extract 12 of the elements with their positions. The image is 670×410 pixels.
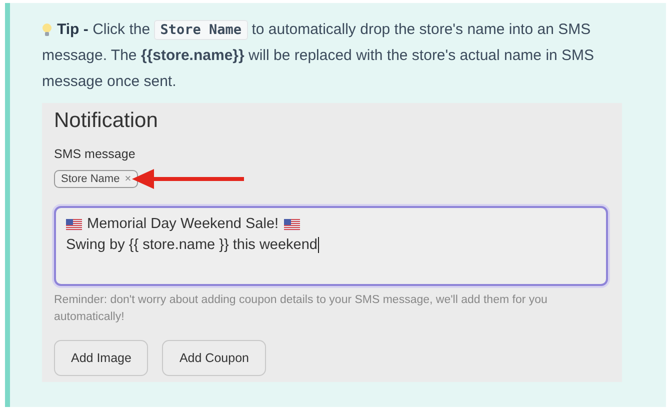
store-name-chip[interactable]: Store Name × bbox=[54, 170, 138, 188]
flag-icon bbox=[66, 218, 82, 230]
arrow-icon bbox=[132, 168, 244, 190]
tip-text: Tip - Click the Store Name to automatically drop the store's name into an SMS message. The {{store.name}} will be replaced with the store's actual name in SMS message once sent. bbox=[42, 19, 596, 92]
card-title: Notification bbox=[54, 109, 159, 133]
field-label: SMS message bbox=[54, 147, 136, 161]
add-button[interactable]: Add Image bbox=[54, 340, 148, 376]
add-button[interactable]: Add Coupon bbox=[162, 340, 266, 376]
flag-icon bbox=[284, 218, 300, 230]
lightbulb-icon bbox=[42, 23, 52, 37]
reminder-text: Reminder: don't worry about adding coupon details to your SMS message, we'll add them for you automatically! bbox=[54, 293, 548, 325]
message-field[interactable]: Memorial Day Weekend Sale! Swing by {{ store.name }} this weekend bbox=[54, 206, 608, 286]
